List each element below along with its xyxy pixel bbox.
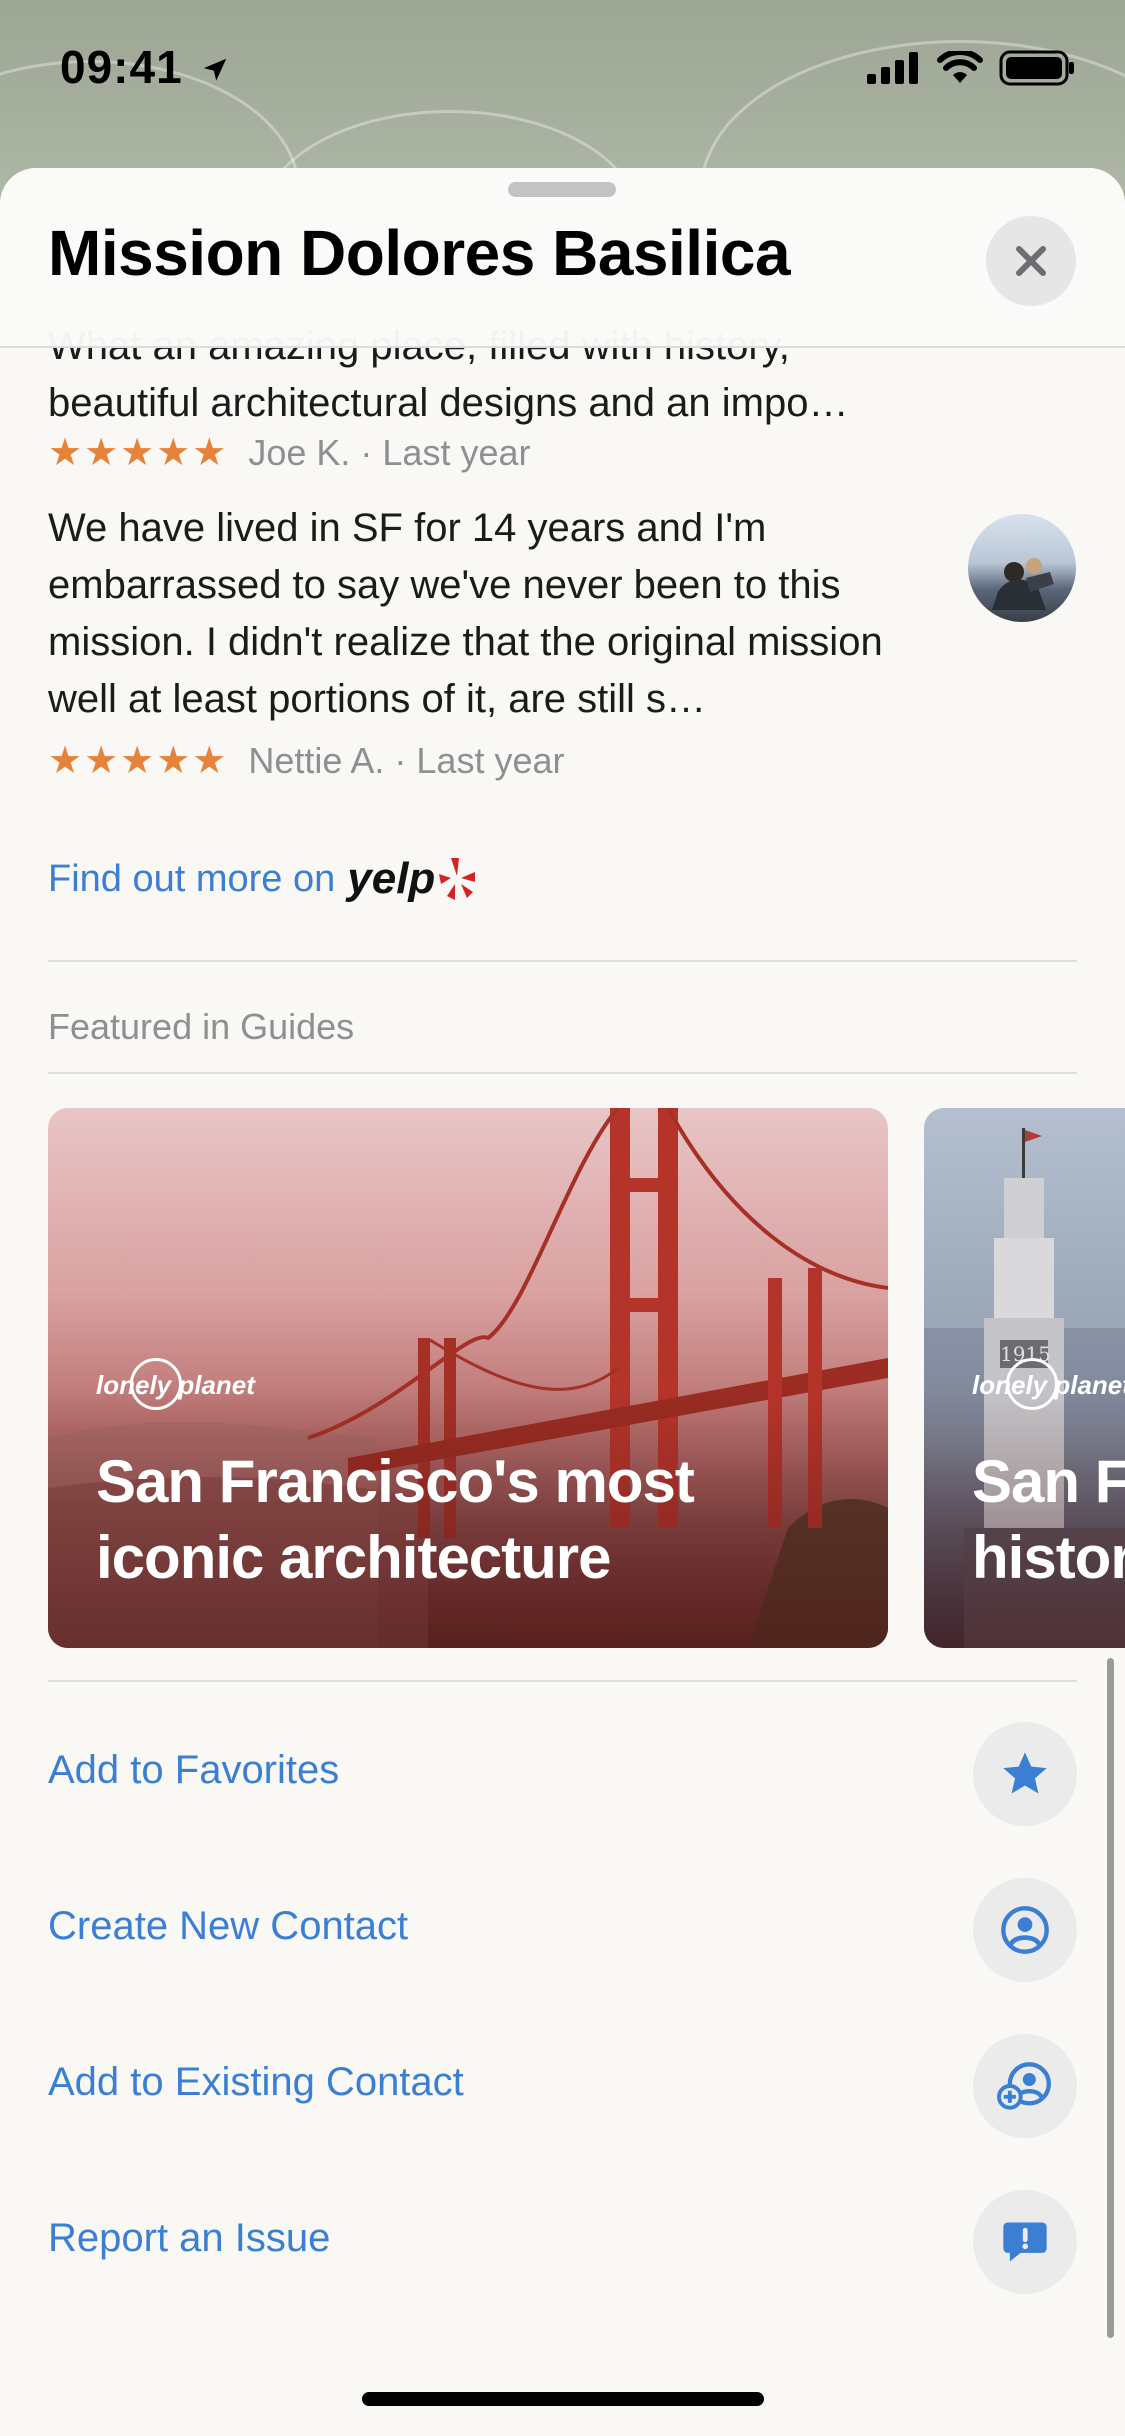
add-to-favorites-row[interactable]: Add to Favorites — [0, 1722, 1125, 1832]
logo-ring — [1006, 1358, 1058, 1410]
guide-title: San Francisco's most iconic architecture — [96, 1444, 695, 1596]
sheet-grabber[interactable] — [508, 182, 616, 197]
status-icons — [867, 50, 1075, 86]
location-arrow-icon — [204, 58, 227, 81]
person-circle-icon — [1001, 1906, 1049, 1954]
guide-title: San F histor — [972, 1444, 1125, 1596]
add-to-favorites-label[interactable]: Add to Favorites — [48, 1748, 339, 1793]
review-meta: ★★★★★ Nettie A. · Last year — [48, 738, 565, 783]
add-to-favorites-button[interactable] — [973, 1722, 1077, 1826]
report-an-issue-row[interactable]: Report an Issue — [0, 2190, 1125, 2300]
add-to-existing-contact-row[interactable]: Add to Existing Contact — [0, 2034, 1125, 2144]
report-an-issue-button[interactable] — [973, 2190, 1077, 2294]
avatar — [968, 514, 1076, 622]
exclamation-bubble-icon — [1003, 2222, 1047, 2262]
cellular-signal-icon — [867, 52, 918, 84]
create-new-contact-label[interactable]: Create New Contact — [48, 1904, 408, 1949]
person-add-icon — [997, 2062, 1052, 2110]
yelp-logo-text: yelp — [347, 854, 436, 903]
close-icon — [1016, 246, 1046, 276]
star-rating: ★★★★★ — [48, 432, 229, 474]
yelp-logo: yelp — [347, 854, 477, 904]
yelp-burst-icon — [439, 858, 476, 900]
place-title: Mission Dolores Basilica — [48, 217, 791, 289]
logo-ring — [130, 1358, 182, 1410]
review-meta: ★★★★★ Joe K. · Last year — [48, 430, 530, 475]
review-author: Joe K. · Last year — [248, 431, 531, 473]
home-indicator[interactable] — [362, 2392, 764, 2406]
reviewer-photo-icon — [992, 558, 1054, 610]
report-an-issue-label[interactable]: Report an Issue — [48, 2216, 330, 2261]
divider — [48, 960, 1077, 962]
star-rating: ★★★★★ — [48, 740, 229, 782]
star-icon — [1003, 1752, 1047, 1794]
review-text[interactable]: We have lived in SF for 14 years and I'm… — [48, 500, 948, 728]
divider — [48, 1680, 1077, 1682]
guide-title-line: histor — [972, 1524, 1125, 1591]
place-card-sheet: Mission Dolores Basilica What an amazing… — [0, 168, 1125, 2436]
status-bar: 09:41 — [0, 0, 1125, 140]
guide-title-line: San Francisco's most — [96, 1448, 695, 1515]
status-time: 09:41 — [60, 40, 230, 94]
status-time-text: 09:41 — [60, 41, 183, 93]
battery-icon — [999, 50, 1074, 86]
yelp-link-text: Find out more on — [48, 857, 336, 900]
close-button[interactable] — [986, 216, 1076, 306]
create-new-contact-row[interactable]: Create New Contact — [0, 1878, 1125, 1988]
add-to-existing-contact-label[interactable]: Add to Existing Contact — [48, 2060, 464, 2105]
scroll-indicator[interactable] — [1107, 1658, 1114, 2338]
add-to-existing-contact-button[interactable] — [973, 2034, 1077, 2138]
review-text-line: beautiful architectural designs and an i… — [48, 381, 849, 425]
create-new-contact-button[interactable] — [973, 1878, 1077, 1982]
section-label-guides: Featured in Guides — [48, 1006, 355, 1047]
lonely-planet-logo: lonely planet — [972, 1358, 1125, 1410]
guide-card[interactable]: 1915 lonely planet San F histor — [924, 1108, 1125, 1648]
review-author: Nettie A. · Last year — [248, 739, 565, 781]
yelp-link[interactable]: Find out more on yelp — [48, 854, 477, 904]
guide-card[interactable]: lonely planet San Francisco's most iconi… — [48, 1108, 888, 1648]
sheet-header: Mission Dolores Basilica — [0, 168, 1125, 348]
guide-title-line: San F — [972, 1448, 1125, 1515]
wifi-icon — [937, 51, 983, 83]
lonely-planet-logo: lonely planet — [96, 1358, 255, 1410]
guide-title-line: iconic architecture — [96, 1524, 612, 1591]
divider — [48, 1072, 1077, 1074]
